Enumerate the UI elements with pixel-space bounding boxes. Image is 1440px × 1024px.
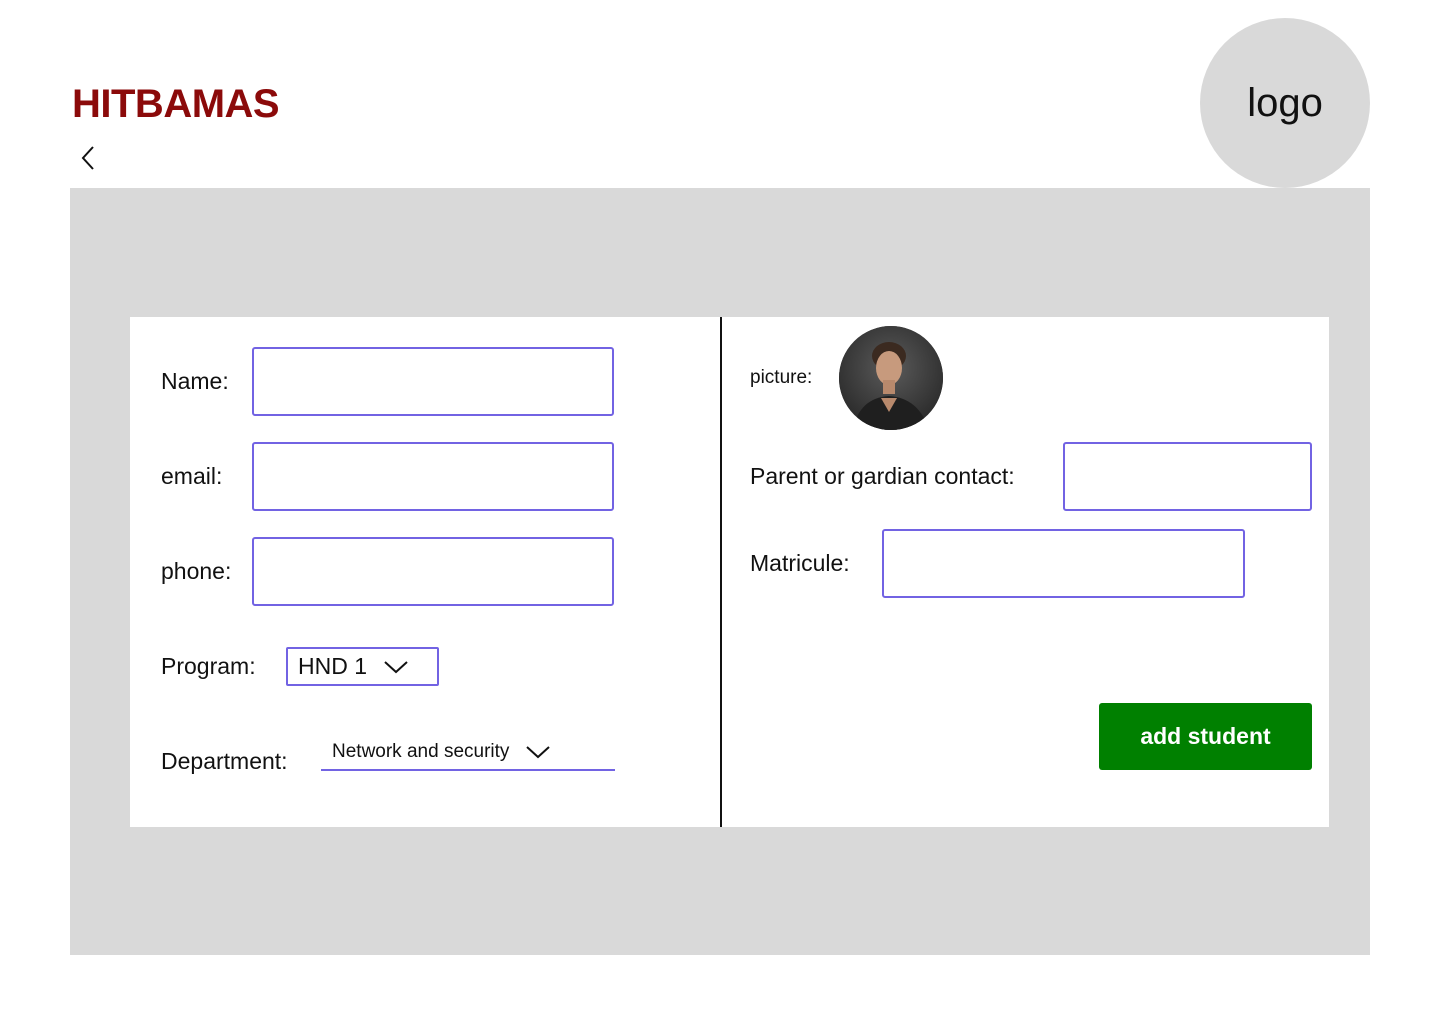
parent-contact-input[interactable]: [1063, 442, 1312, 511]
app-brand: HITBAMAS: [72, 82, 280, 126]
name-input[interactable]: [252, 347, 614, 416]
chevron-left-icon: [81, 146, 94, 170]
logo: logo: [1200, 18, 1370, 188]
parent-contact-label: Parent or gardian contact:: [750, 463, 1015, 489]
column-divider: [720, 317, 722, 827]
student-picture[interactable]: [839, 326, 943, 430]
content-panel: Name: email: phone: Program: HND 1 Depar…: [70, 188, 1370, 955]
add-student-button[interactable]: add student: [1099, 703, 1312, 770]
chevron-down-icon: [384, 660, 408, 673]
program-label: Program:: [161, 653, 256, 679]
phone-label: phone:: [161, 558, 232, 584]
name-label: Name:: [161, 368, 229, 394]
program-value: HND 1: [298, 653, 368, 679]
email-input[interactable]: [252, 442, 614, 511]
department-label: Department:: [161, 748, 288, 774]
person-photo-icon: [839, 326, 943, 430]
phone-input[interactable]: [252, 537, 614, 606]
back-button[interactable]: [78, 144, 98, 172]
matricule-input[interactable]: [882, 529, 1245, 598]
add-student-form: Name: email: phone: Program: HND 1 Depar…: [130, 317, 1329, 827]
email-label: email:: [161, 463, 223, 489]
department-select[interactable]: Network and security: [321, 735, 615, 771]
department-value: Network and security: [332, 741, 510, 762]
chevron-down-icon: [526, 746, 551, 759]
program-select[interactable]: HND 1: [286, 647, 439, 686]
picture-label: picture:: [750, 367, 813, 388]
matricule-label: Matricule:: [750, 550, 850, 576]
logo-text: logo: [1247, 80, 1323, 125]
